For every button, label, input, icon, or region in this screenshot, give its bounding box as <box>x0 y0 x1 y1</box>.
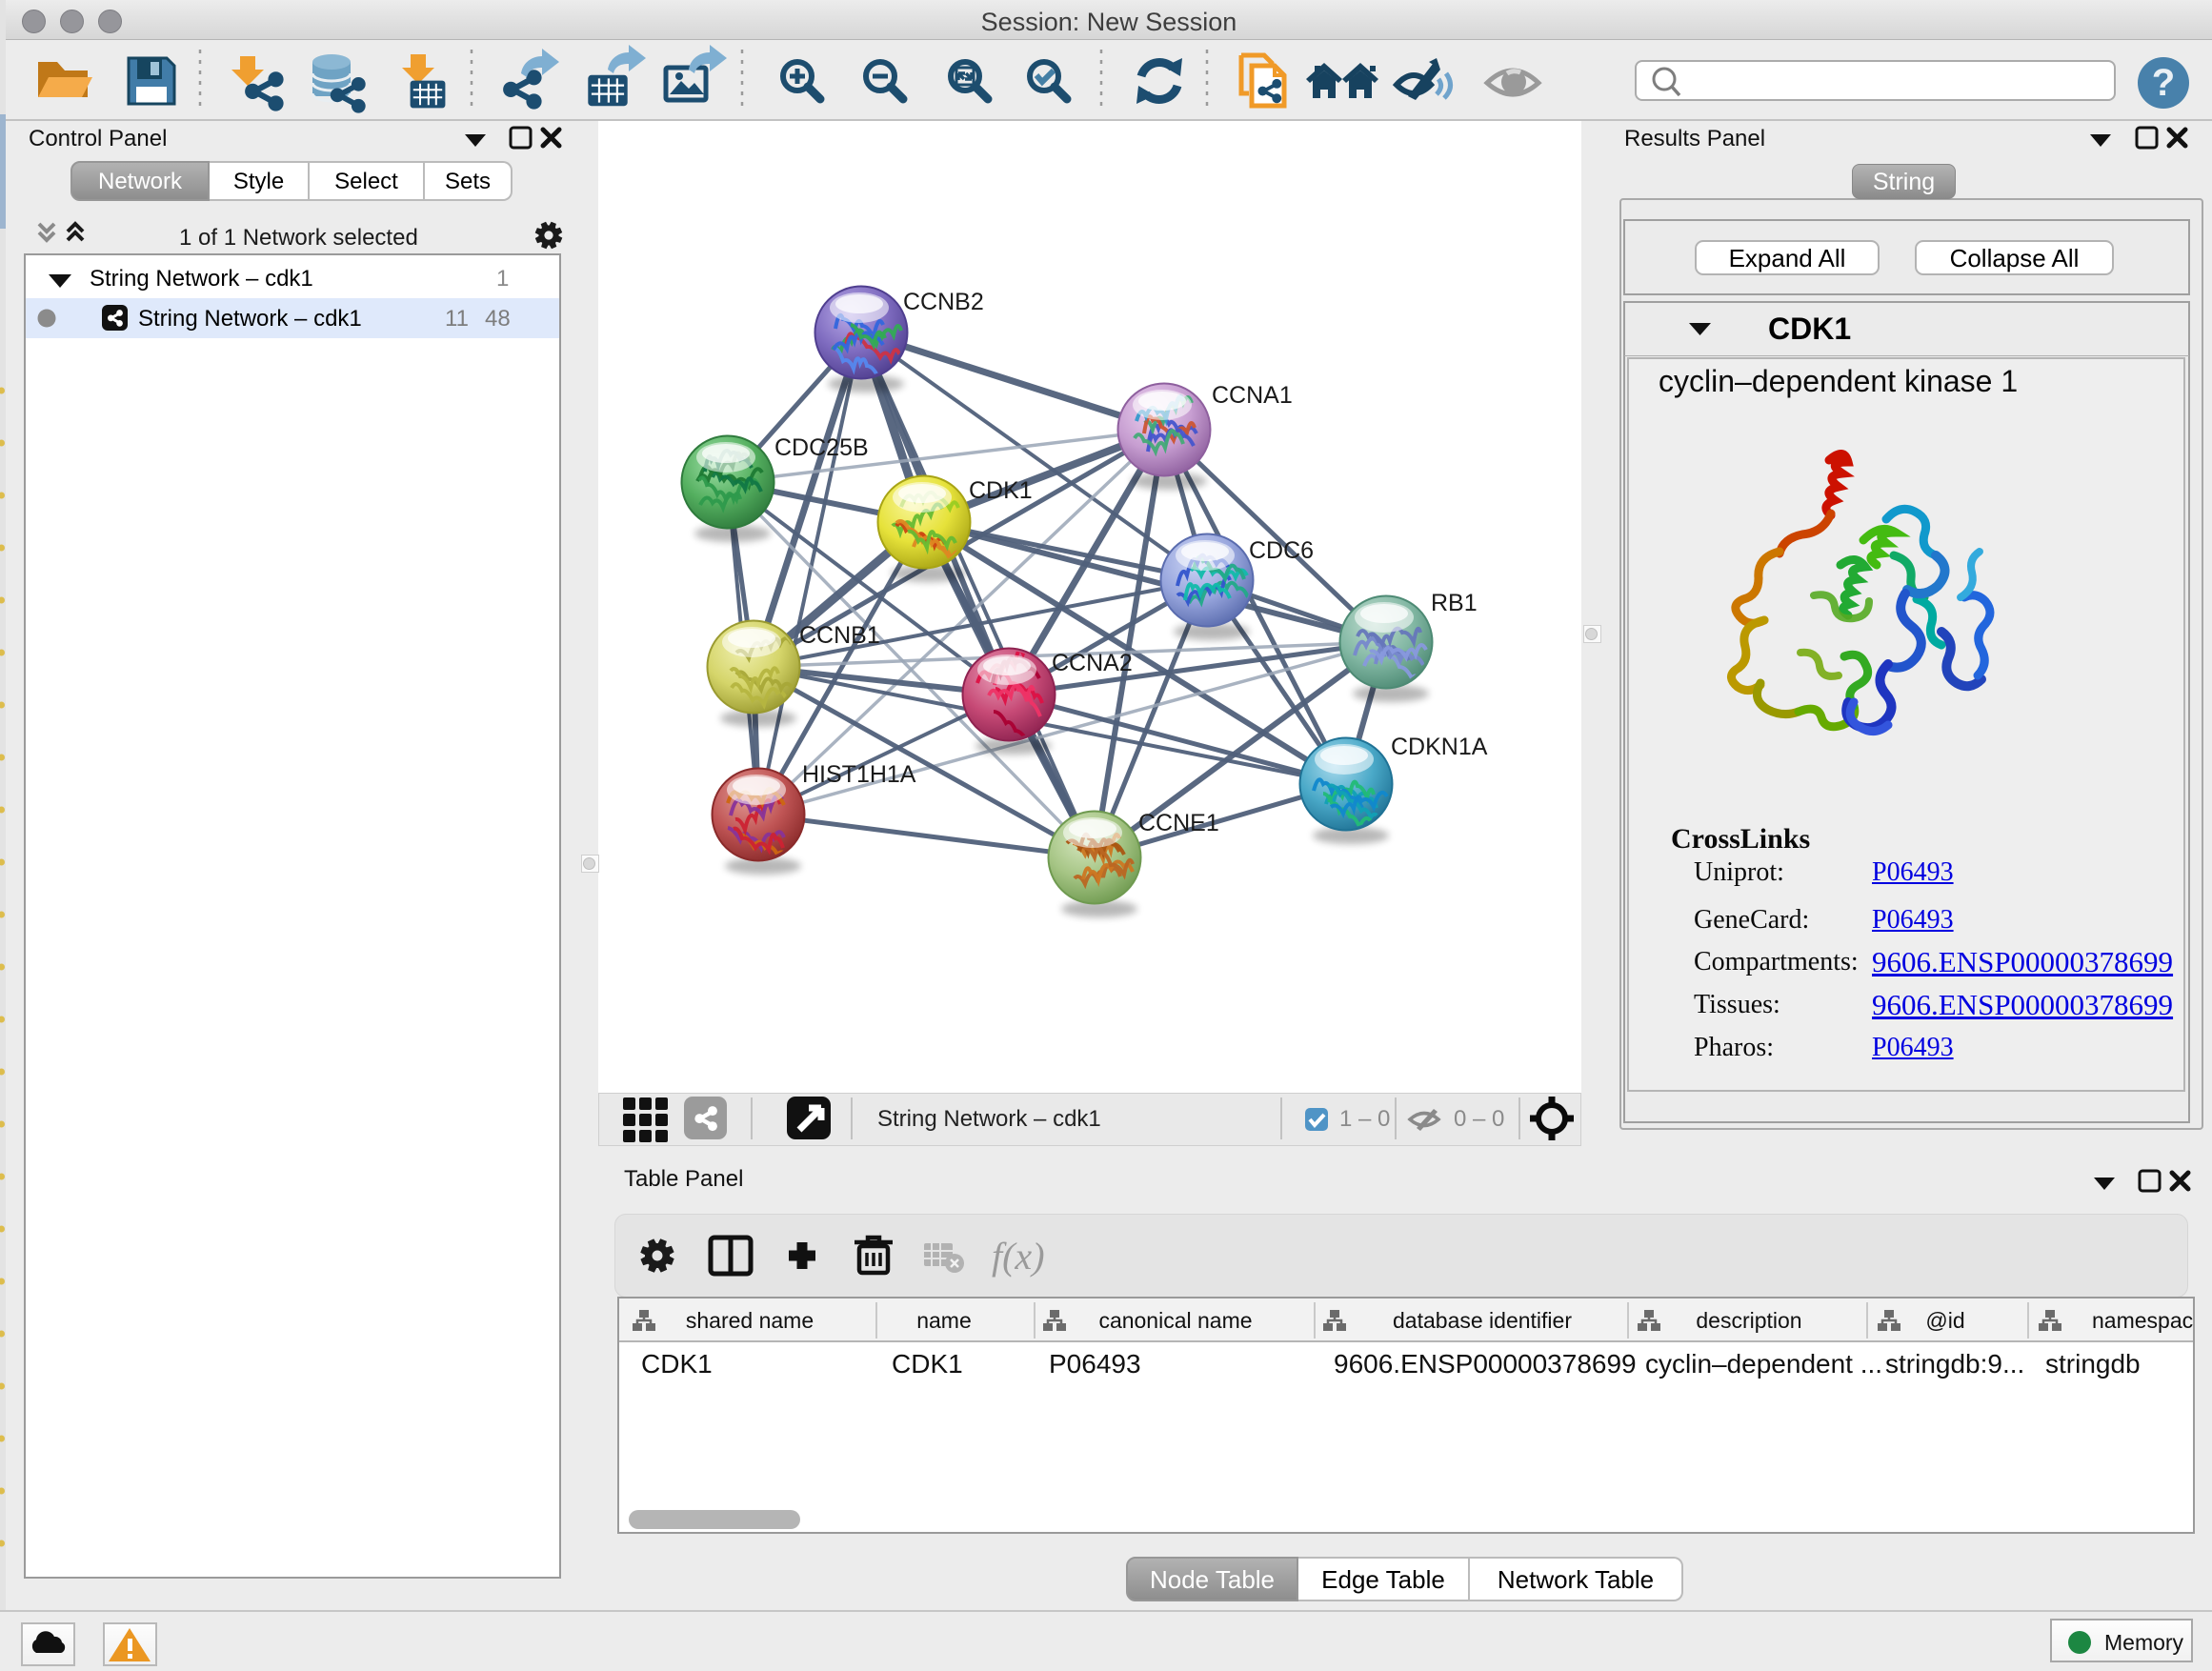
svg-text:description: description <box>1696 1308 1801 1333</box>
svg-text:?: ? <box>2152 62 2175 104</box>
svg-text:CCNA2: CCNA2 <box>1052 650 1133 676</box>
svg-text:1 – 0: 1 – 0 <box>1339 1106 1390 1132</box>
svg-text:HIST1H1A: HIST1H1A <box>802 761 916 788</box>
svg-text:CCNE1: CCNE1 <box>1138 810 1219 836</box>
svg-text:String Network – cdk1: String Network – cdk1 <box>877 1106 1101 1132</box>
svg-text:CCNB1: CCNB1 <box>799 622 880 649</box>
svg-text:database identifier: database identifier <box>1393 1308 1572 1333</box>
svg-text:namespac: namespac <box>2092 1308 2193 1333</box>
svg-text:CDC25B: CDC25B <box>774 434 869 461</box>
svg-text:RB1: RB1 <box>1431 590 1478 616</box>
svg-text:canonical name: canonical name <box>1098 1308 1252 1333</box>
svg-text:CCNA1: CCNA1 <box>1212 382 1293 409</box>
svg-text:shared name: shared name <box>686 1308 814 1333</box>
svg-text:@id: @id <box>1925 1308 1964 1333</box>
svg-text:0 – 0: 0 – 0 <box>1454 1106 1504 1132</box>
svg-text:CDK1: CDK1 <box>969 477 1033 504</box>
svg-text:f(x): f(x) <box>992 1235 1045 1278</box>
svg-text:CCNB2: CCNB2 <box>903 289 984 315</box>
svg-text:CDC6: CDC6 <box>1249 537 1314 564</box>
svg-text:name: name <box>916 1308 972 1333</box>
svg-text:CDKN1A: CDKN1A <box>1391 734 1488 760</box>
